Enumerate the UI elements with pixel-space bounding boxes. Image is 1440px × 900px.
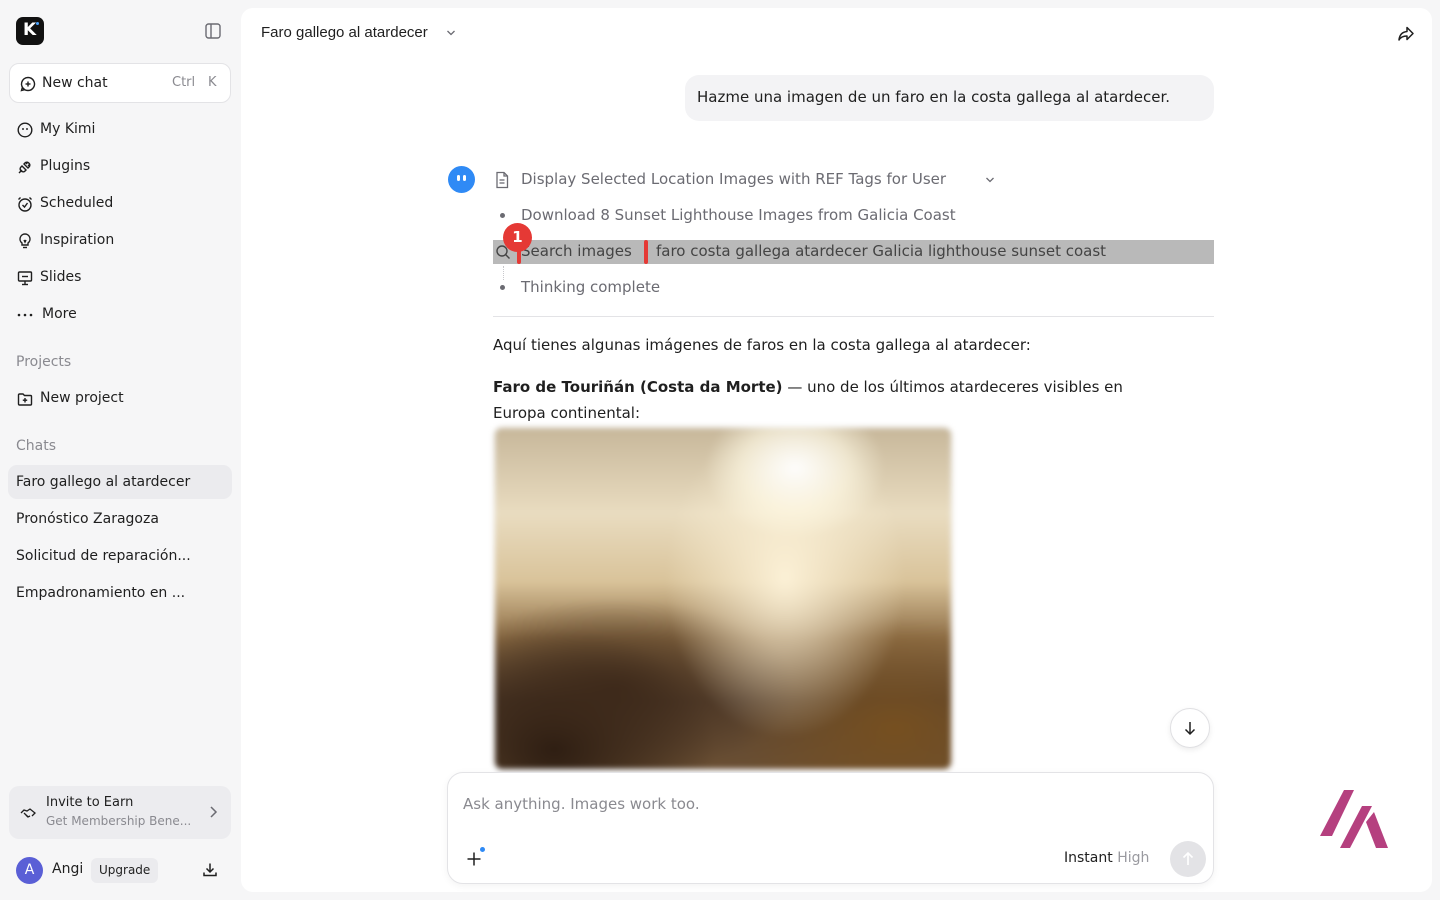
- user-message-text: Hazme una imagen de un faro en la costa …: [697, 88, 1171, 106]
- sidebar-item-label: Slides: [40, 269, 82, 285]
- chat-item[interactable]: Solicitud de reparación...: [8, 539, 232, 573]
- response-item-line1: Faro de Touriñán (Costa da Morte) — uno …: [493, 378, 1123, 396]
- sidebar-item-my-kimi[interactable]: My Kimi: [16, 118, 216, 142]
- chat-item-label: Solicitud de reparación...: [16, 548, 191, 564]
- divider: [493, 316, 1214, 317]
- response-intro: Aquí tienes algunas imágenes de faros en…: [493, 336, 1031, 354]
- invite-title: Invite to Earn: [46, 795, 134, 810]
- chats-heading: Chats: [16, 438, 57, 454]
- chat-item[interactable]: Pronóstico Zaragoza: [8, 502, 232, 536]
- lightbulb-icon: [19, 233, 31, 249]
- plug-icon: [18, 161, 31, 174]
- step-download: Download 8 Sunset Lighthouse Images from…: [521, 206, 956, 224]
- chat-item-active[interactable]: Faro gallego al atardecer: [8, 465, 232, 499]
- annotation-marker: [644, 240, 648, 264]
- sidebar-item-slides[interactable]: Slides: [16, 266, 216, 290]
- sidebar-item-inspiration[interactable]: Inspiration: [16, 229, 216, 253]
- logo-dot: [36, 22, 39, 25]
- mode-label: Instant: [1064, 850, 1113, 866]
- kimi-logo[interactable]: K: [16, 17, 44, 45]
- steps-title: Display Selected Location Images with RE…: [521, 170, 947, 188]
- mode-level: High: [1117, 850, 1150, 866]
- chat-item[interactable]: Empadronamiento en ...: [8, 576, 232, 610]
- brand-logo-icon: [1320, 790, 1388, 848]
- model-mode-selector[interactable]: Instant High: [1064, 850, 1149, 866]
- avatar[interactable]: A: [16, 857, 43, 884]
- send-button[interactable]: [1170, 841, 1206, 877]
- sidebar-item-label: Plugins: [40, 158, 91, 174]
- user-message: Hazme una imagen de un faro en la costa …: [685, 75, 1214, 121]
- sidebar-item-label: My Kimi: [40, 121, 96, 137]
- notification-dot: [480, 847, 485, 852]
- sidebar-toggle-icon[interactable]: [203, 21, 223, 41]
- alarm-clock-icon: [18, 197, 32, 212]
- arrow-down-icon: [1184, 722, 1196, 736]
- folder-plus-icon: [17, 393, 33, 406]
- download-app-icon[interactable]: [201, 861, 219, 879]
- new-chat-label: New chat: [42, 75, 108, 91]
- invite-to-earn-card[interactable]: Invite to Earn Get Membership Bene...: [9, 786, 231, 839]
- scroll-to-bottom-button[interactable]: [1170, 708, 1210, 748]
- conversation-title[interactable]: Faro gallego al atardecer: [261, 24, 428, 41]
- chevron-down-icon[interactable]: [446, 29, 456, 37]
- search-images-step[interactable]: Search images faro costa gallega atardec…: [493, 240, 1214, 264]
- chat-item-label: Faro gallego al atardecer: [16, 474, 191, 490]
- annotation-badge: 1: [503, 223, 532, 252]
- sidebar-item-label: More: [42, 306, 77, 322]
- projects-heading: Projects: [16, 354, 72, 370]
- new-project-button[interactable]: New project: [16, 387, 216, 411]
- step-bullet: [500, 285, 505, 290]
- sidebar-item-plugins[interactable]: Plugins: [16, 155, 216, 179]
- lighthouse-desc: — uno de los últimos atardeceres visible…: [782, 378, 1123, 396]
- add-attachment-icon[interactable]: [466, 851, 482, 867]
- lighthouse-sunset-image[interactable]: [494, 427, 952, 770]
- new-project-label: New project: [40, 390, 124, 406]
- new-chat-icon: [20, 76, 36, 92]
- new-chat-button[interactable]: New chat Ctrl K: [9, 63, 231, 103]
- shortcut-ctrl: Ctrl: [172, 75, 196, 90]
- tool-steps-header[interactable]: Display Selected Location Images with RE…: [494, 169, 1014, 191]
- sidebar: K New chat Ctrl K My Kimi Plugins Schedu…: [0, 0, 240, 900]
- assistant-avatar: [448, 166, 475, 193]
- chevron-right-icon: [210, 806, 218, 818]
- share-icon[interactable]: [1396, 24, 1416, 44]
- search-query: faro costa gallega atardecer Galicia lig…: [656, 242, 1107, 260]
- sidebar-item-scheduled[interactable]: Scheduled: [16, 192, 216, 216]
- sidebar-item-label: Inspiration: [40, 232, 115, 248]
- sidebar-item-label: Scheduled: [40, 195, 114, 211]
- step-bullet: [500, 213, 505, 218]
- composer-placeholder[interactable]: Ask anything. Images work too.: [463, 795, 700, 813]
- step-connector: [503, 266, 504, 280]
- handshake-icon: [20, 808, 36, 818]
- chat-main-panel: Faro gallego al atardecer Hazme una imag…: [241, 8, 1432, 892]
- kimi-face-icon: [17, 122, 33, 138]
- sidebar-item-more[interactable]: More: [16, 303, 216, 327]
- presentation-icon: [17, 271, 33, 286]
- invite-subtitle: Get Membership Bene...: [46, 814, 192, 828]
- chat-item-label: Empadronamiento en ...: [16, 585, 186, 601]
- logo-letter: K: [23, 20, 37, 40]
- message-composer[interactable]: Ask anything. Images work too. Instant H…: [447, 772, 1214, 884]
- more-dots-icon: [17, 313, 33, 317]
- chevron-down-icon: [986, 177, 994, 183]
- user-name[interactable]: Angi: [52, 861, 83, 877]
- response-item-line2: Europa continental:: [493, 404, 640, 422]
- chat-item-label: Pronóstico Zaragoza: [16, 511, 159, 527]
- arrow-up-icon: [1182, 851, 1194, 865]
- step-complete: Thinking complete: [521, 278, 661, 296]
- lighthouse-name: Faro de Touriñán (Costa da Morte): [493, 378, 783, 396]
- search-images-label: Search images: [521, 242, 632, 260]
- upgrade-button[interactable]: Upgrade: [91, 858, 159, 883]
- document-icon: [496, 171, 509, 189]
- shortcut-k: K: [208, 75, 217, 90]
